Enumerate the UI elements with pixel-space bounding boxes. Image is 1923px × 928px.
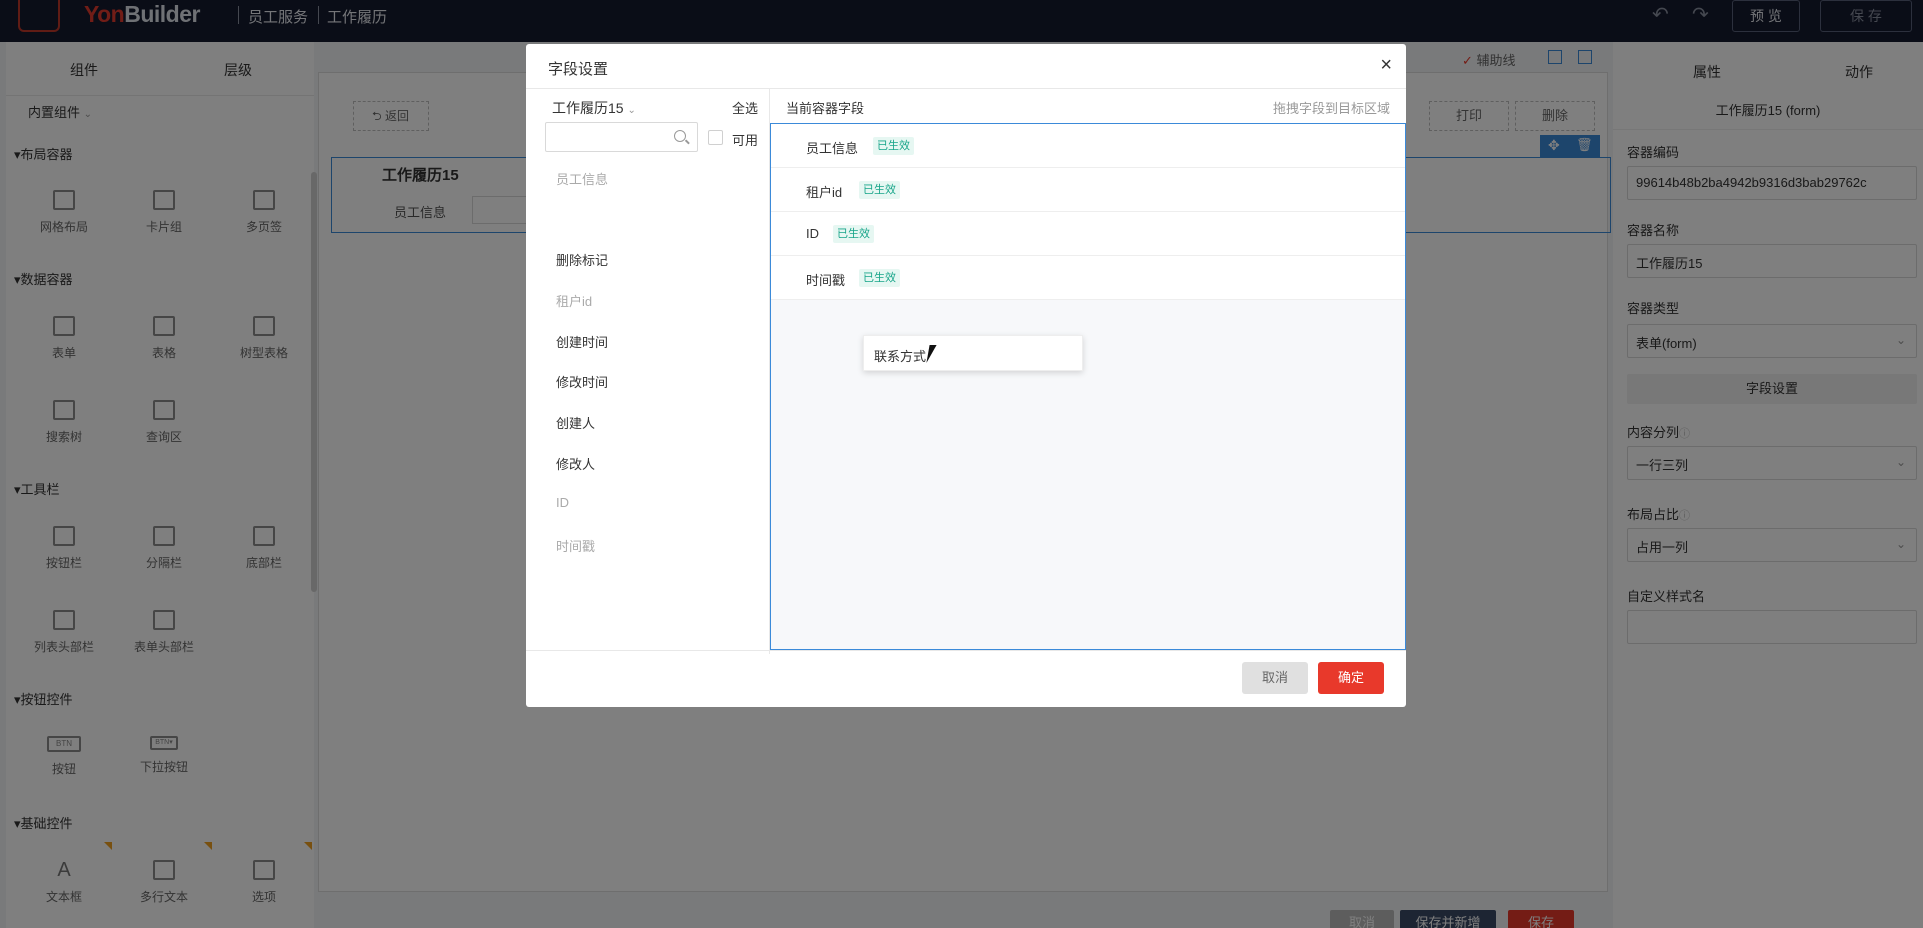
select-all-link[interactable]: 全选 bbox=[732, 98, 758, 117]
field-item[interactable]: 创建人 bbox=[556, 413, 595, 432]
field-item[interactable]: 修改人 bbox=[556, 454, 595, 473]
current-field-row[interactable]: 租户id 已生效 bbox=[771, 168, 1405, 212]
current-fields-dropzone[interactable]: 员工信息 已生效 租户id 已生效 ID 已生效 时间戳 已生效 bbox=[770, 123, 1406, 650]
status-badge: 已生效 bbox=[859, 269, 900, 287]
current-field-row[interactable]: ID 已生效 bbox=[771, 212, 1405, 256]
drag-hint: 拖拽字段到目标区域 bbox=[1272, 101, 1390, 116]
field-item[interactable]: ID bbox=[556, 495, 569, 510]
confirm-button[interactable]: 确定 bbox=[1318, 662, 1384, 694]
field-item[interactable]: 创建时间 bbox=[556, 332, 608, 351]
field-name: 员工信息 bbox=[806, 141, 859, 156]
source-dropdown-label: 工作履历15 bbox=[552, 100, 624, 116]
field-name: ID bbox=[806, 226, 819, 241]
source-dropdown[interactable]: 工作履历15 ⌄ bbox=[552, 98, 636, 118]
available-checkbox[interactable] bbox=[708, 130, 723, 145]
dialog-title: 字段设置 bbox=[548, 61, 609, 78]
status-badge: 已生效 bbox=[873, 137, 914, 155]
current-fields-header: 当前容器字段 bbox=[786, 101, 865, 116]
field-item[interactable]: 修改时间 bbox=[556, 372, 608, 391]
cancel-button[interactable]: 取消 bbox=[1242, 662, 1308, 694]
dragging-field-ghost: 联系方式 bbox=[863, 335, 1083, 371]
field-settings-dialog: 字段设置 × 工作履历15 ⌄ 全选 可用 员工信息 删除标记 租户id 创建时… bbox=[526, 44, 1406, 707]
available-label: 可用 bbox=[732, 133, 759, 148]
search-icon[interactable] bbox=[674, 130, 686, 142]
current-field-row[interactable]: 时间戳 已生效 bbox=[771, 256, 1405, 300]
field-item[interactable]: 租户id bbox=[556, 291, 592, 310]
field-item[interactable]: 时间戳 bbox=[556, 536, 595, 555]
status-badge: 已生效 bbox=[833, 225, 874, 243]
status-badge: 已生效 bbox=[859, 181, 900, 199]
field-item[interactable]: 删除标记 bbox=[556, 250, 608, 269]
field-name: 租户id bbox=[806, 185, 843, 200]
close-icon[interactable]: × bbox=[1380, 54, 1392, 77]
chevron-down-icon: ⌄ bbox=[627, 105, 636, 116]
current-field-row[interactable]: 员工信息 已生效 bbox=[771, 124, 1405, 168]
divider bbox=[526, 650, 1406, 651]
field-item[interactable]: 员工信息 bbox=[556, 169, 608, 188]
field-name: 时间戳 bbox=[806, 273, 846, 288]
